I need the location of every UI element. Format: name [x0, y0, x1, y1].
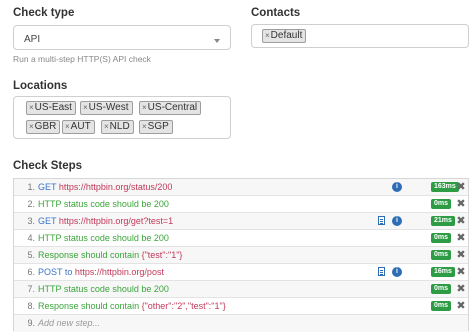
info-icon[interactable]: i — [392, 267, 402, 277]
info-icon[interactable]: i — [392, 216, 402, 226]
step-description[interactable]: Response should contain {"other":"2","te… — [38, 298, 226, 314]
delete-step-icon[interactable]: ✖ — [454, 230, 468, 246]
step-row[interactable]: 2. HTTP status code should be 200 0ms ✖ — [14, 196, 468, 213]
timing-badge: 21ms — [431, 216, 455, 226]
check-type-label: Check type — [13, 7, 75, 19]
step-description[interactable]: GET https://httpbin.org/status/200 — [38, 179, 172, 195]
step-url: https://httpbin.org/get?test=1 — [58, 216, 174, 226]
contacts-label: Contacts — [251, 7, 301, 19]
assertion-value: {"test":"1"} — [141, 250, 183, 260]
step-number: 2. — [27, 199, 35, 209]
remove-tag-icon[interactable]: × — [142, 122, 147, 131]
step-number: 8. — [27, 301, 35, 311]
request-body-icon[interactable] — [378, 216, 385, 225]
add-step-row[interactable]: 9. Add new step... — [14, 315, 468, 332]
location-tag: ×US-East — [26, 101, 76, 115]
step-row[interactable]: 6. POST to https://httpbin.org/post i 16… — [14, 264, 468, 281]
contacts-field[interactable]: ×Default — [251, 24, 469, 48]
location-tag: ×GBR — [26, 120, 61, 134]
info-icon[interactable]: i — [392, 182, 402, 192]
chevron-down-icon[interactable] — [214, 39, 220, 43]
step-url: https://httpbin.org/post — [74, 267, 164, 277]
step-number: 6. — [27, 267, 35, 277]
delete-step-icon[interactable]: ✖ — [454, 264, 468, 280]
step-url: https://httpbin.org/status/200 — [58, 182, 173, 192]
step-method: GET — [38, 216, 57, 226]
check-steps-label: Check Steps — [13, 160, 83, 172]
check-steps-list: 1. GET https://httpbin.org/status/200 i … — [13, 178, 469, 332]
timing-badge: 0ms — [431, 199, 452, 209]
delete-step-icon[interactable]: ✖ — [454, 298, 468, 314]
delete-step-icon[interactable]: ✖ — [454, 213, 468, 229]
tag-label: GBR — [34, 121, 57, 132]
location-tag: ×US-West — [80, 101, 133, 115]
step-description[interactable]: Response should contain {"test":"1"} — [38, 247, 182, 263]
step-number: 9. — [27, 318, 35, 328]
step-description[interactable]: GET https://httpbin.org/get?test=1 — [38, 213, 173, 229]
contact-tag: ×Default — [262, 29, 307, 43]
remove-tag-icon[interactable]: × — [65, 122, 70, 131]
check-type-value: API — [24, 34, 41, 45]
step-description[interactable]: HTTP status code should be 200 — [38, 281, 169, 297]
delete-step-icon[interactable]: ✖ — [454, 179, 468, 195]
delete-step-icon[interactable]: ✖ — [454, 247, 468, 263]
check-type-help: Run a multi-step HTTP(S) API check — [13, 54, 151, 64]
timing-badge: 0ms — [431, 233, 452, 243]
check-type-select[interactable]: API — [13, 25, 231, 50]
step-method: POST — [38, 267, 63, 277]
step-description[interactable]: HTTP status code should be 200 — [38, 230, 169, 246]
tag-label: NLD — [109, 121, 130, 132]
step-method: GET — [38, 182, 57, 192]
location-tag: ×US-Central — [139, 101, 202, 115]
step-number: 5. — [27, 250, 35, 260]
step-description[interactable]: POST to https://httpbin.org/post — [38, 264, 164, 280]
step-connector: to — [64, 267, 73, 277]
assertion-text: Response should contain — [38, 250, 140, 260]
step-row[interactable]: 3. GET https://httpbin.org/get?test=1 i … — [14, 213, 468, 230]
step-row[interactable]: 5. Response should contain {"test":"1"} … — [14, 247, 468, 264]
remove-tag-icon[interactable]: × — [142, 103, 147, 112]
step-row[interactable]: 1. GET https://httpbin.org/status/200 i … — [14, 179, 468, 196]
step-number: 7. — [27, 284, 35, 294]
tag-label: AUT — [70, 121, 91, 132]
step-number: 4. — [27, 233, 35, 243]
delete-step-icon[interactable]: ✖ — [454, 281, 468, 297]
remove-tag-icon[interactable]: × — [29, 122, 34, 131]
step-number: 3. — [27, 216, 35, 226]
location-tag: ×AUT — [62, 120, 95, 134]
step-number: 1. — [27, 182, 35, 192]
request-body-icon[interactable] — [378, 267, 385, 276]
tag-label: US-East — [34, 102, 72, 113]
timing-badge: 0ms — [431, 250, 452, 260]
step-row[interactable]: 8. Response should contain {"other":"2",… — [14, 298, 468, 315]
step-description[interactable]: HTTP status code should be 200 — [38, 196, 169, 212]
tag-label: US-Central — [147, 102, 198, 113]
tag-label: SGP — [147, 121, 169, 132]
remove-tag-icon[interactable]: × — [104, 122, 109, 131]
timing-badge: 0ms — [431, 284, 452, 294]
assertion-text: Response should contain — [38, 301, 140, 311]
step-row[interactable]: 7. HTTP status code should be 200 0ms ✖ — [14, 281, 468, 298]
remove-tag-icon[interactable]: × — [83, 103, 88, 112]
locations-field[interactable]: ×US-East ×US-West ×US-Central ×GBR ×AUT … — [13, 96, 231, 139]
remove-tag-icon[interactable]: × — [265, 31, 270, 40]
remove-tag-icon[interactable]: × — [29, 103, 34, 112]
timing-badge: 16ms — [431, 267, 455, 277]
tag-label: US-West — [88, 102, 129, 113]
timing-badge: 0ms — [431, 301, 452, 311]
step-row[interactable]: 4. HTTP status code should be 200 0ms ✖ — [14, 230, 468, 247]
locations-label: Locations — [13, 80, 68, 92]
tag-label: Default — [270, 30, 303, 41]
assertion-value: {"other":"2","test":"1"} — [141, 301, 226, 311]
location-tag: ×SGP — [139, 120, 173, 134]
add-step-input[interactable]: Add new step... — [38, 315, 100, 331]
delete-step-icon[interactable]: ✖ — [454, 196, 468, 212]
location-tag: ×NLD — [101, 120, 134, 134]
